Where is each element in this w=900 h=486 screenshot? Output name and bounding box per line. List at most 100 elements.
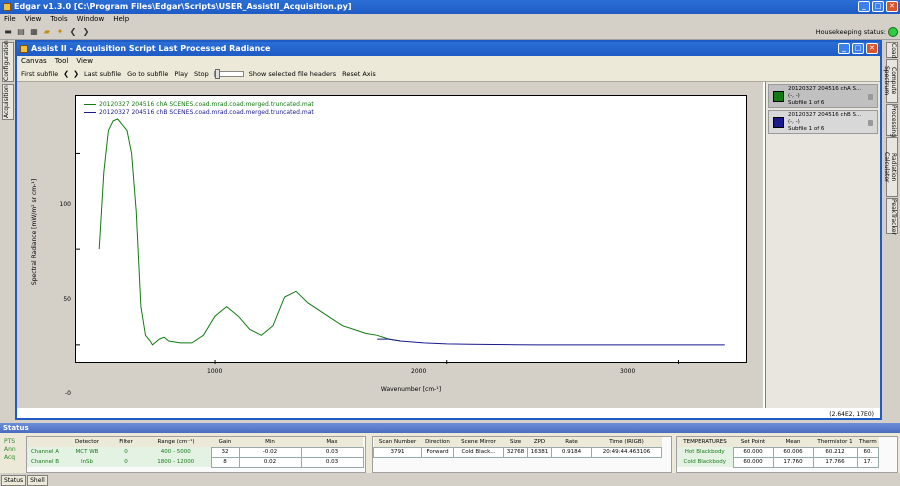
lock-icon[interactable] (868, 120, 873, 126)
inner-minimize-button[interactable]: _ (838, 43, 850, 54)
channel-b-min-input[interactable]: 0.02 (238, 456, 302, 468)
next-icon[interactable]: ❯ (73, 70, 79, 78)
tab-shell[interactable]: Shell (27, 475, 48, 486)
previous-icon[interactable]: ❮ (63, 70, 69, 78)
lock-icon[interactable] (868, 94, 873, 100)
hot-blackbody-label: Hot Blackbody (677, 447, 733, 457)
folder-icon[interactable]: ▰ (42, 27, 52, 37)
detector-blank-header (27, 437, 63, 447)
channel-a-gain-select[interactable]: 32 (210, 446, 240, 458)
housekeeping-label: Housekeeping status: (815, 28, 886, 36)
menu-view[interactable]: View (25, 14, 42, 25)
status-left-labels: PTS Ann Acq (4, 438, 16, 462)
detector-table: Detector Filter Range (cm⁻¹) Gain Min Ma… (27, 437, 364, 468)
back-icon[interactable]: ❮ (68, 27, 78, 37)
run-icon[interactable]: ✦ (55, 27, 65, 37)
channel-b-gain-select[interactable]: 8 (210, 456, 240, 468)
channel-a-max-input[interactable]: 0.03 (300, 446, 364, 458)
rate-value: 0.9184 (551, 446, 592, 458)
max-header: Max (301, 437, 363, 447)
goto-subfile-button[interactable]: Go to subfile (126, 70, 169, 78)
x-tick-3000: 3000 (620, 368, 636, 375)
scene-mirror-select[interactable]: Cold Black... (453, 446, 504, 458)
channel-a-filter: 0 (111, 447, 141, 457)
stop-button[interactable]: Stop (193, 70, 210, 78)
bottom-tabs: Status Shell (0, 475, 900, 486)
menu-window[interactable]: Window (77, 14, 105, 25)
file-item-chb[interactable]: 20120327 204516 chB S... (-, -) Subfile … (768, 110, 878, 134)
scan-group: Scan Number Direction Scene Mirror Size … (372, 436, 672, 473)
cold-mean: 17.760 (772, 456, 814, 468)
zpd-header: ZPD (527, 437, 552, 447)
inner-window-buttons: _ □ ✕ (838, 43, 878, 54)
menu-file[interactable]: File (4, 14, 16, 25)
app-logo-icon (3, 3, 11, 11)
minimize-icon[interactable]: ▬ (3, 27, 13, 37)
channel-b-max-input[interactable]: 0.03 (300, 456, 364, 468)
cold-set-point: 60.000 (732, 456, 774, 468)
thermistor-2-header: Therm (857, 437, 879, 447)
legend-entry-chb: 20120327 204516 chB SCENES.coad.mrad.coa… (84, 108, 314, 116)
app-title: Edgar v1.3.0 [C:\Program Files\Edgar\Scr… (14, 2, 352, 11)
file-item-cha[interactable]: 20120327 204516 chA S... (-, -) Subfile … (768, 84, 878, 108)
channel-b-range: 1800 - 12000 (141, 457, 211, 467)
first-subfile-button[interactable]: First subfile (20, 70, 59, 78)
maximize-button[interactable]: □ (872, 1, 884, 12)
cold-blackbody-label: Cold Blackbody (677, 457, 733, 467)
series-line-0 (98, 118, 401, 346)
last-subfile-button[interactable]: Last subfile (83, 70, 122, 78)
detector-group: Detector Filter Range (cm⁻¹) Gain Min Ma… (26, 436, 366, 473)
temperatures-header: TEMPERATURES (677, 437, 733, 447)
file-name-chb: 20120327 204516 chB S... (788, 111, 862, 118)
scan-number-input[interactable]: 3791 (373, 446, 422, 458)
tab-configuration[interactable]: Configuration (2, 40, 14, 82)
radiance-window-title: Assist II - Acquisition Script Last Proc… (31, 44, 271, 53)
spectrum-plot[interactable] (76, 96, 748, 364)
y-tick-100: 100 (59, 201, 71, 208)
open-icon[interactable]: ▤ (16, 27, 26, 37)
tab-peaktracker[interactable]: PeakTracker (886, 198, 898, 235)
reset-axis-button[interactable]: Reset Axis (341, 70, 377, 78)
inner-maximize-button[interactable]: □ (852, 43, 864, 54)
tab-acquisition[interactable]: Acquisition (2, 84, 14, 120)
menu-tools[interactable]: Tools (50, 14, 67, 25)
plot-frame[interactable]: 20120327 204516 chA SCENES.coad.mrad.coa… (75, 95, 748, 364)
menu-inner-view[interactable]: View (76, 56, 93, 67)
file-name-cha: 20120327 204516 chA S... (788, 85, 862, 92)
play-button[interactable]: Play (173, 70, 189, 78)
close-button[interactable]: ✕ (886, 1, 898, 12)
left-side-tabs: Configuration Acquisition (2, 40, 14, 122)
tab-radiation-calculator[interactable]: Radiation Calculator (883, 137, 898, 197)
plot-area: 20120327 204516 chA SCENES.coad.mrad.coa… (17, 82, 763, 408)
min-header: Min (239, 437, 301, 447)
toolbar: ▬ ▤ ▦ ▰ ✦ ❮ ❯ (0, 25, 900, 40)
slider-thumb[interactable] (214, 69, 220, 79)
inner-close-button[interactable]: ✕ (866, 43, 878, 54)
tab-compute-spectrum[interactable]: Compute Spectrum (883, 59, 898, 103)
right-side-tabs: Coad Compute Spectrum Processing Radiati… (883, 42, 898, 235)
forward-icon[interactable]: ❯ (81, 27, 91, 37)
show-headers-button[interactable]: Show selected file headers (248, 70, 337, 78)
file-color-swatch-chb[interactable] (773, 116, 784, 128)
file-list-panel: 20120327 204516 chA S... (-, -) Subfile … (765, 82, 880, 408)
status-pane: PTS Ann Acq Detector Filter Range (cm⁻¹)… (0, 433, 900, 473)
tab-status[interactable]: Status (1, 475, 27, 486)
window-logo-icon (20, 45, 28, 53)
file-color-swatch-cha[interactable] (773, 90, 784, 102)
legend-label-chb: 20120327 204516 chB SCENES.coad.mrad.coa… (99, 108, 314, 116)
channel-a-min-input[interactable]: -0.02 (238, 446, 302, 458)
legend-swatch-chb (84, 111, 96, 113)
app-title-bar: Edgar v1.3.0 [C:\Program Files\Edgar\Scr… (0, 0, 900, 14)
legend-label-cha: 20120327 204516 chA SCENES.coad.mrad.coa… (99, 100, 314, 108)
series-line-1 (377, 338, 725, 346)
tab-processing[interactable]: Processing (886, 104, 898, 137)
minimize-button[interactable]: _ (858, 1, 870, 12)
menu-tool[interactable]: Tool (55, 56, 69, 67)
menu-canvas[interactable]: Canvas (21, 56, 47, 67)
x-tick-2000: 2000 (411, 368, 427, 375)
subfile-slider[interactable] (213, 69, 244, 79)
save-icon[interactable]: ▦ (29, 27, 39, 37)
channel-b-detector: InSb (63, 457, 111, 467)
menu-help[interactable]: Help (113, 14, 129, 25)
tab-coad[interactable]: Coad (886, 42, 898, 58)
